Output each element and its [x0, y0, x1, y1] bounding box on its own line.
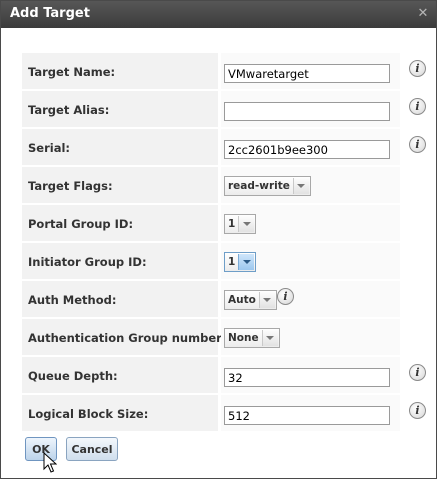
logical-block-size-label: Logical Block Size: [28, 407, 149, 421]
info-icon[interactable]: i [409, 364, 426, 381]
row-target-alias: Target Alias: [22, 91, 400, 127]
logical-block-size-input[interactable] [224, 406, 390, 425]
target-flags-select[interactable]: read-write [224, 176, 311, 196]
row-portal-group-id: Portal Group ID: 1 [22, 205, 400, 241]
serial-label: Serial: [28, 141, 70, 155]
authentication-group-number-label: Authentication Group number: [28, 331, 227, 345]
row-initiator-group-id: Initiator Group ID: 1 [22, 243, 400, 279]
row-auth-method: Auth Method: Auto [22, 281, 400, 317]
mouse-cursor-icon [43, 452, 57, 473]
target-flags-value: read-write [228, 180, 290, 192]
target-flags-label: Target Flags: [28, 179, 113, 193]
initiator-group-id-select[interactable]: 1 [224, 252, 257, 272]
chevron-down-icon[interactable] [292, 178, 309, 194]
target-name-label: Target Name: [28, 65, 116, 79]
authentication-group-number-value: None [228, 332, 259, 344]
initiator-group-id-value: 1 [228, 256, 236, 268]
target-alias-label: Target Alias: [28, 103, 110, 117]
info-icon[interactable]: i [409, 136, 426, 153]
chevron-down-icon[interactable] [258, 292, 275, 308]
cancel-button[interactable]: Cancel [66, 437, 118, 461]
row-target-flags: Target Flags: read-write [22, 167, 400, 203]
auth-method-label: Auth Method: [28, 293, 117, 307]
close-icon[interactable]: ✕ [416, 7, 430, 21]
add-target-dialog: Add Target ✕ Target Name: Target Alias: … [0, 0, 437, 479]
authentication-group-number-select[interactable]: None [224, 328, 280, 348]
auth-method-value: Auto [228, 294, 256, 306]
portal-group-id-label: Portal Group ID: [28, 217, 134, 231]
auth-method-select[interactable]: Auto [224, 290, 277, 310]
chevron-down-icon[interactable] [261, 330, 278, 346]
portal-group-id-value: 1 [228, 218, 236, 230]
chevron-down-icon[interactable] [238, 216, 255, 232]
portal-group-id-select[interactable]: 1 [224, 214, 257, 234]
info-icon[interactable]: i [409, 402, 426, 419]
row-queue-depth: Queue Depth: [22, 357, 400, 393]
form-grid: Target Name: Target Alias: Serial: Targe… [22, 53, 400, 433]
dialog-title: Add Target [10, 6, 90, 21]
target-name-input[interactable] [224, 64, 390, 83]
chevron-down-icon[interactable] [238, 254, 255, 270]
row-authentication-group-number: Authentication Group number: None [22, 319, 400, 355]
row-target-name: Target Name: [22, 53, 400, 89]
row-logical-block-size: Logical Block Size: [22, 395, 400, 431]
queue-depth-input[interactable] [224, 368, 390, 387]
info-icon[interactable]: i [409, 98, 426, 115]
initiator-group-id-label: Initiator Group ID: [28, 255, 147, 269]
info-icon[interactable]: i [409, 60, 426, 77]
target-alias-input[interactable] [224, 102, 390, 121]
serial-input[interactable] [224, 140, 390, 159]
row-serial: Serial: [22, 129, 400, 165]
info-icon[interactable]: i [277, 288, 294, 305]
dialog-titlebar[interactable]: Add Target ✕ [1, 1, 436, 28]
queue-depth-label: Queue Depth: [28, 369, 118, 383]
